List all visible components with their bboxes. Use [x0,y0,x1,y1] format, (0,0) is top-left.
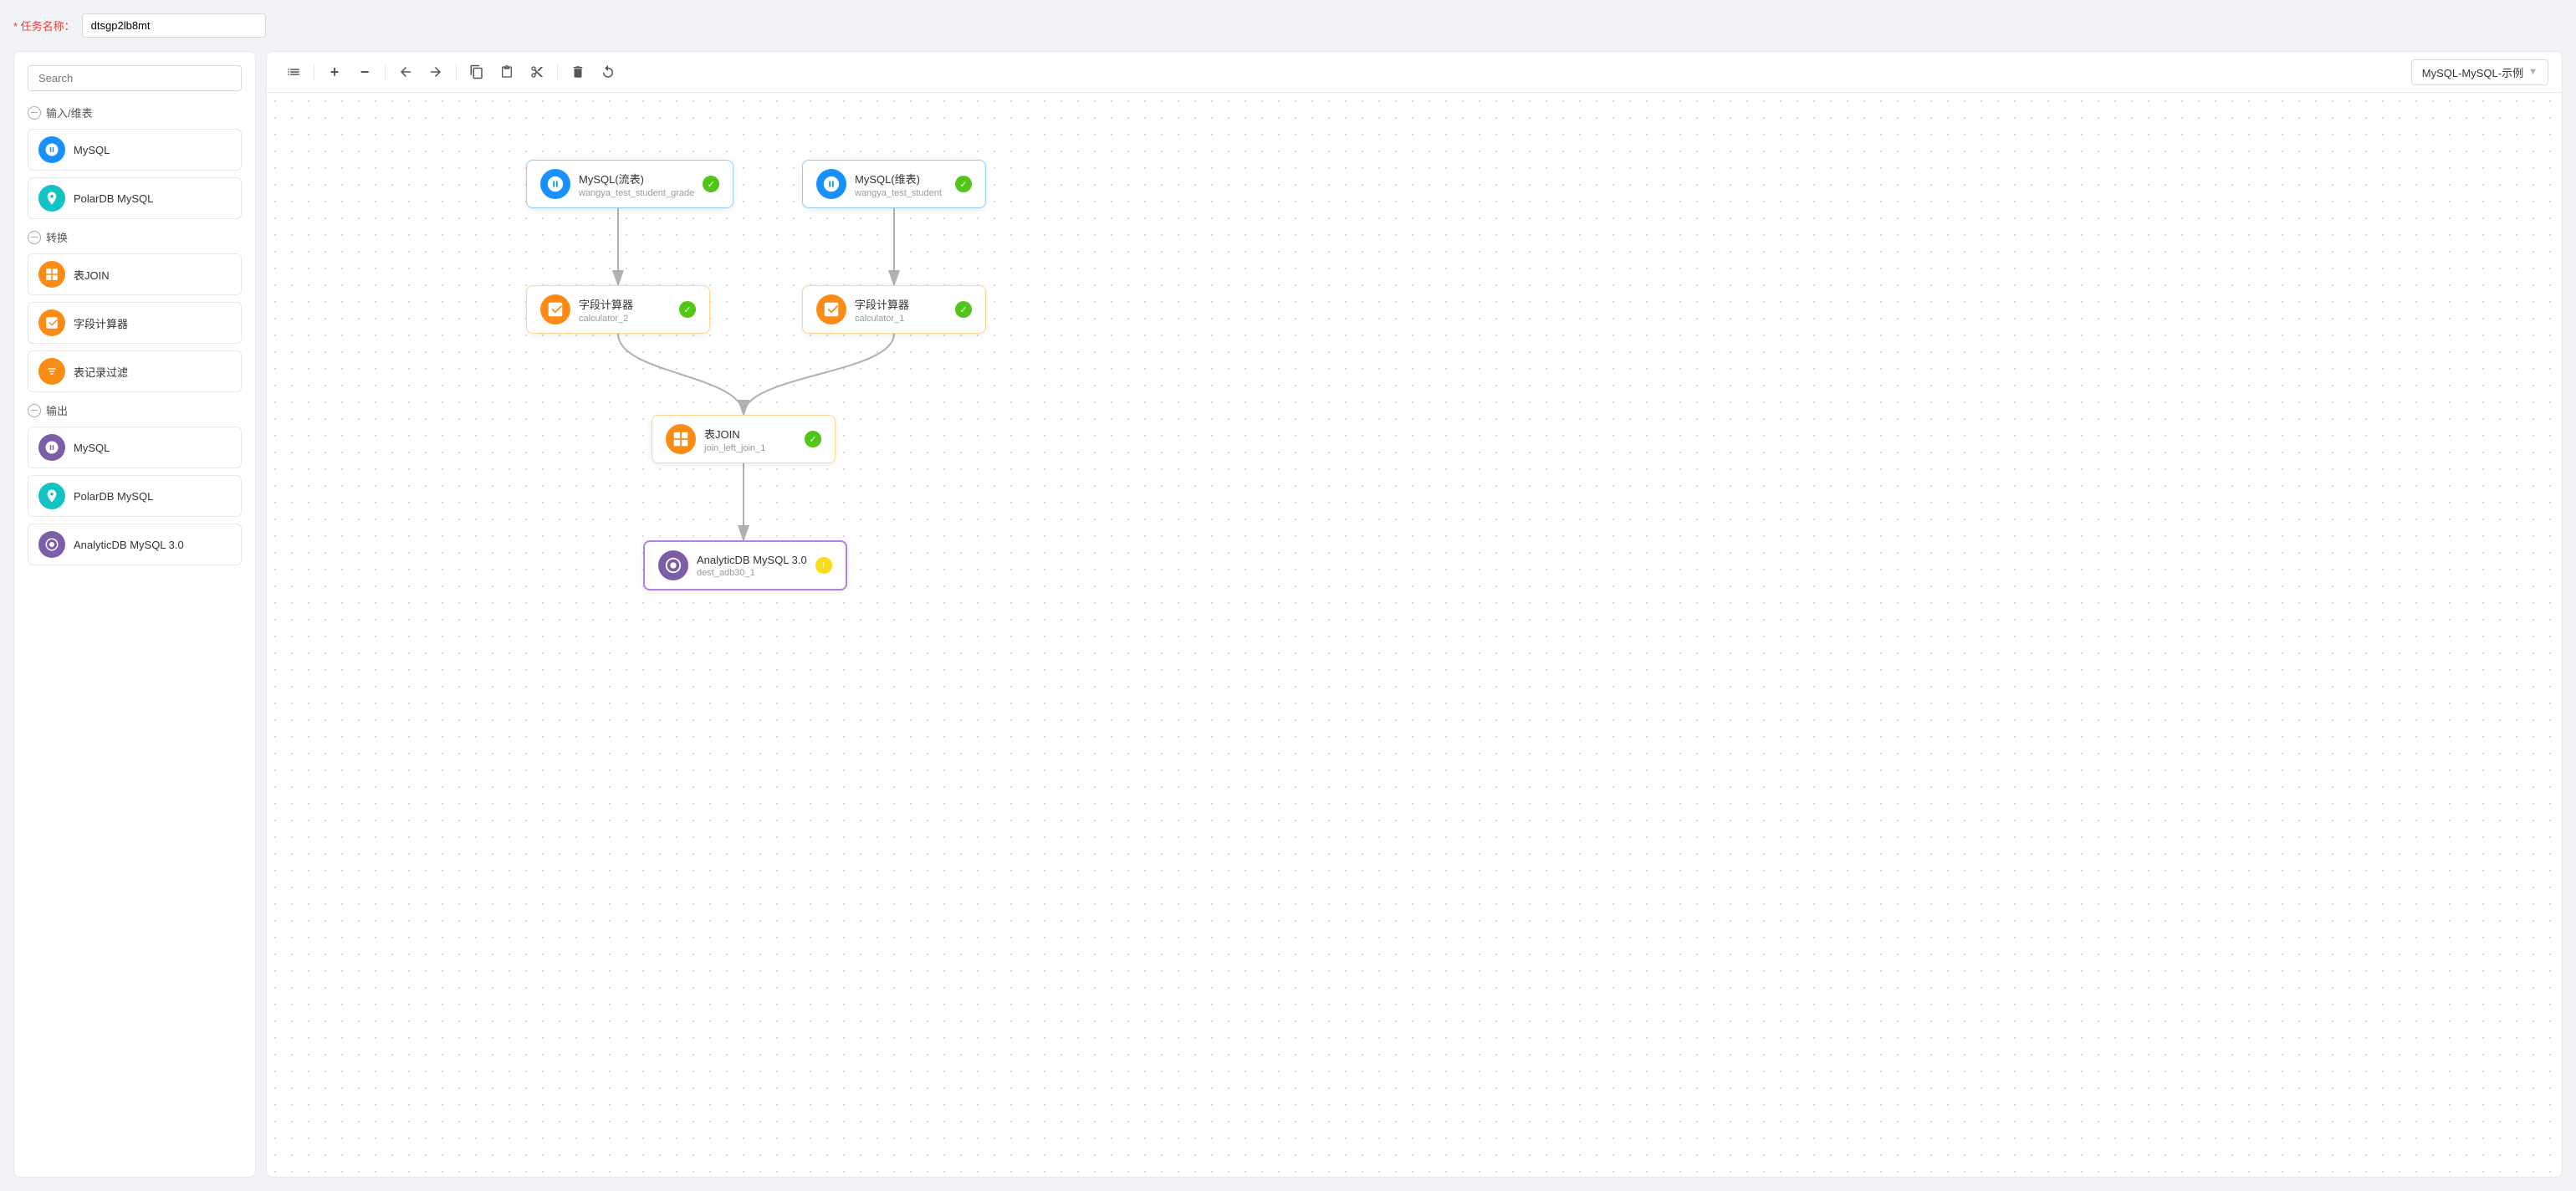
sidebar-item-filter[interactable]: 表记录过滤 [28,350,242,392]
sidebar-item-mysql-out[interactable]: MySQL [28,427,242,468]
flow-arrows [267,93,2562,1177]
section-input-toggle-icon [28,106,41,120]
toolbar: + − [267,52,2562,93]
mysql-dim-subtitle: wangya_test_student [855,188,947,198]
node-mysql-flow[interactable]: MySQL(流表) wangya_test_student_grade ✓ [526,160,733,208]
filter-icon [38,358,65,385]
analyticdb-node-status: ! [815,557,832,574]
analyticdb-out-label: AnalyticDB MySQL 3.0 [74,539,184,551]
sidebar-item-polardb-in[interactable]: PolarDB MySQL [28,177,242,219]
calc2-subtitle: calculator_2 [579,314,671,324]
mysql-dim-status: ✓ [955,176,972,192]
mysql-flow-icon [540,169,570,199]
mysql-flow-subtitle: wangya_test_student_grade [579,188,694,198]
join-label: 表JOIN [74,267,110,283]
delete-button[interactable] [565,59,591,85]
join-node-icon [666,424,696,454]
mysql-dim-title: MySQL(维表) [855,171,947,187]
calc-label: 字段计算器 [74,315,128,331]
zoom-in-button[interactable]: + [321,59,348,85]
section-input-header[interactable]: 输入/维表 [28,105,242,120]
calc2-title: 字段计算器 [579,296,671,312]
mysql-flow-status: ✓ [703,176,719,192]
section-output-label: 输出 [46,402,68,418]
node-calc2[interactable]: 字段计算器 calculator_2 ✓ [526,285,710,334]
scenario-dropdown-label: MySQL-MySQL-示例 [2422,64,2523,80]
section-input-label: 输入/维表 [46,105,93,120]
join-icon [38,261,65,288]
join-node-subtitle: join_left_join_1 [704,443,796,453]
analyticdb-node-icon [658,550,688,580]
copy-button[interactable] [463,59,490,85]
node-mysql-dim[interactable]: MySQL(维表) wangya_test_student ✓ [802,160,986,208]
join-node-title: 表JOIN [704,426,796,442]
mysql-in-icon [38,136,65,163]
sidebar: 输入/维表 MySQL PolarDB MySQL 转换 [13,51,256,1178]
canvas-area: + − [266,51,2563,1178]
polardb-out-icon [38,483,65,509]
calc-icon [38,309,65,336]
section-transform-label: 转换 [46,229,68,245]
cut-button[interactable] [524,59,550,85]
toolbar-divider-3 [456,64,457,80]
task-name-label: * 任务名称： [13,18,75,33]
toolbar-divider-2 [385,64,386,80]
section-transform-toggle-icon [28,231,41,244]
section-output-header[interactable]: 输出 [28,402,242,418]
analyticdb-node-content: AnalyticDB MySQL 3.0 dest_adb30_1 [697,554,807,578]
chevron-down-icon: ▼ [2528,67,2538,77]
calc1-icon [816,294,846,325]
analyticdb-out-icon [38,531,65,558]
calc2-icon [540,294,570,325]
node-calc1[interactable]: 字段计算器 calculator_1 ✓ [802,285,986,334]
filter-label: 表记录过滤 [74,364,128,380]
polardb-out-label: PolarDB MySQL [74,490,153,503]
mysql-flow-content: MySQL(流表) wangya_test_student_grade [579,171,694,198]
zoom-out-button[interactable]: − [351,59,378,85]
calc1-status: ✓ [955,301,972,318]
mysql-out-icon [38,434,65,461]
section-output-toggle-icon [28,404,41,417]
sidebar-item-analyticdb-out[interactable]: AnalyticDB MySQL 3.0 [28,524,242,565]
calc2-content: 字段计算器 calculator_2 [579,296,671,324]
analyticdb-node-subtitle: dest_adb30_1 [697,568,807,578]
redo-button[interactable] [422,59,449,85]
scenario-dropdown[interactable]: MySQL-MySQL-示例 ▼ [2411,59,2548,85]
task-name-input[interactable] [82,13,266,38]
polardb-in-label: PolarDB MySQL [74,192,153,205]
undo-button[interactable] [392,59,419,85]
flow-canvas[interactable]: MySQL(流表) wangya_test_student_grade ✓ My… [267,93,2562,1177]
mysql-out-label: MySQL [74,442,110,454]
list-view-button[interactable] [280,59,307,85]
sidebar-item-polardb-out[interactable]: PolarDB MySQL [28,475,242,517]
mysql-flow-title: MySQL(流表) [579,171,694,187]
polardb-in-icon [38,185,65,212]
mysql-in-label: MySQL [74,144,110,156]
calc1-title: 字段计算器 [855,296,947,312]
search-input[interactable] [28,65,242,91]
node-analyticdb[interactable]: AnalyticDB MySQL 3.0 dest_adb30_1 ! [643,540,847,590]
analyticdb-node-title: AnalyticDB MySQL 3.0 [697,554,807,566]
node-join[interactable]: 表JOIN join_left_join_1 ✓ [652,415,836,463]
paste-button[interactable] [493,59,520,85]
calc1-subtitle: calculator_1 [855,314,947,324]
reset-button[interactable] [595,59,621,85]
mysql-dim-icon [816,169,846,199]
section-transform-header[interactable]: 转换 [28,229,242,245]
calc2-status: ✓ [679,301,696,318]
join-node-content: 表JOIN join_left_join_1 [704,426,796,453]
sidebar-item-calc[interactable]: 字段计算器 [28,302,242,344]
sidebar-item-join[interactable]: 表JOIN [28,253,242,295]
mysql-dim-content: MySQL(维表) wangya_test_student [855,171,947,198]
toolbar-divider-4 [557,64,558,80]
sidebar-item-mysql-in[interactable]: MySQL [28,129,242,171]
calc1-content: 字段计算器 calculator_1 [855,296,947,324]
join-node-status: ✓ [805,431,821,447]
